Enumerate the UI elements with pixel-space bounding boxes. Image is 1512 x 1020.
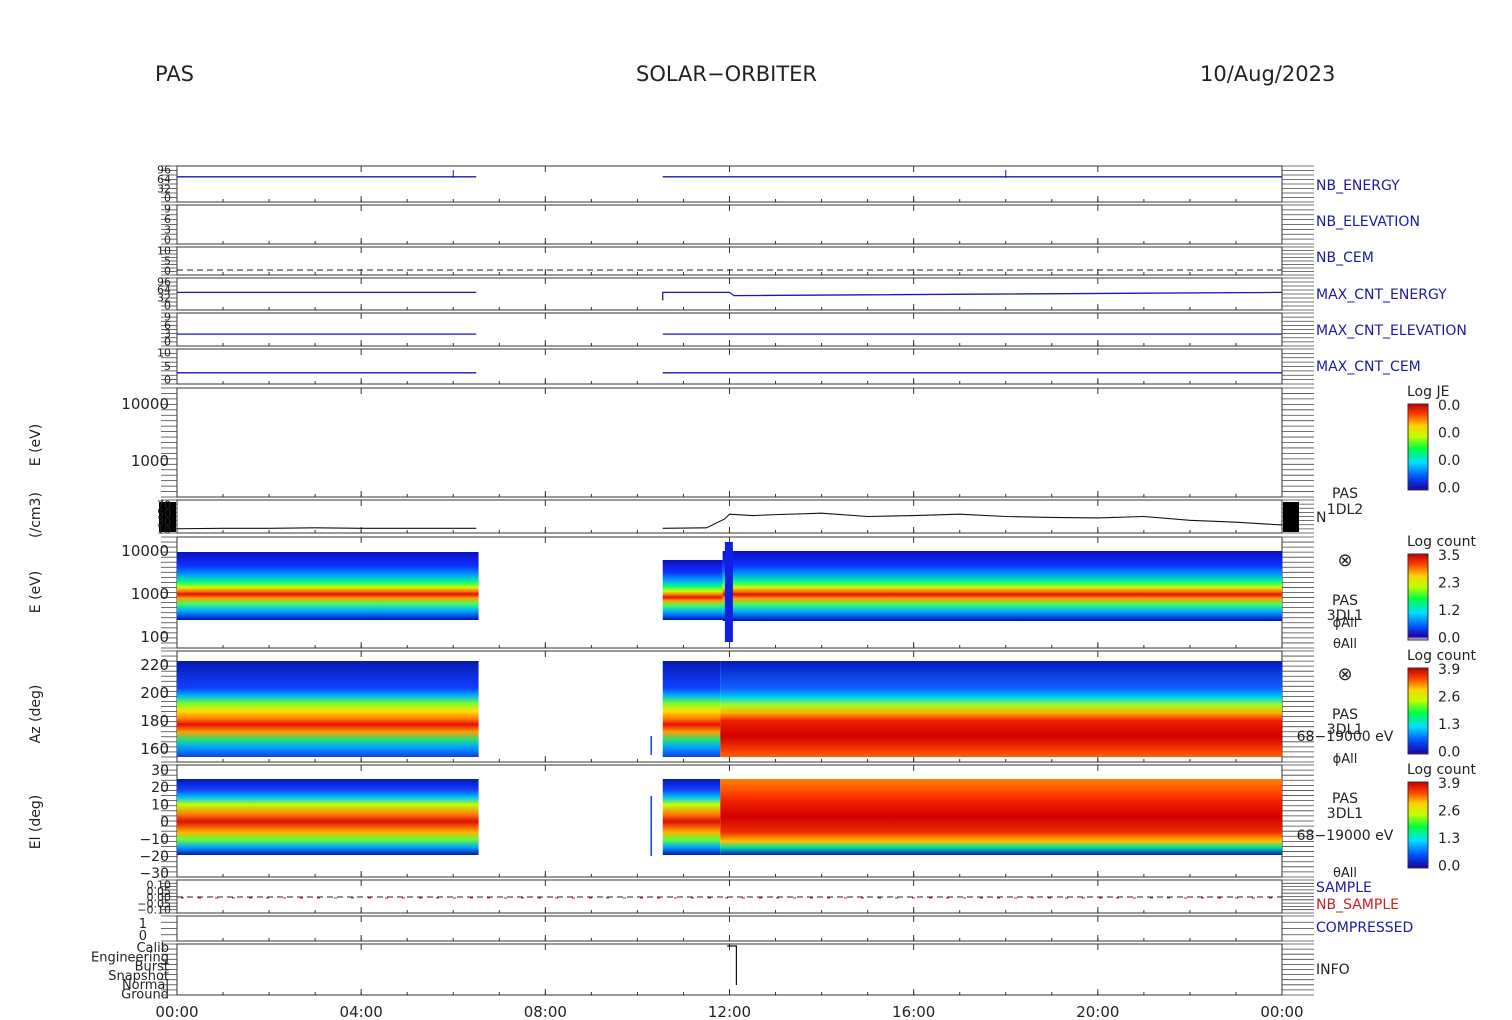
x-tick-label: 04:00: [340, 1003, 383, 1020]
density-ylabel: (/cm3): [28, 492, 44, 538]
energy-colorbar-tick: 1.2: [1438, 603, 1460, 619]
max_cnt_elevation-label: MAX_CNT_ELEVATION: [1316, 323, 1467, 339]
energy-spectrogram-block-b: [662, 560, 723, 620]
elevation-ylabel: El (deg): [28, 795, 44, 850]
azimuth-colorbar: [1407, 667, 1429, 755]
azimuth-colorbar-tick: 0.0: [1438, 745, 1460, 761]
nb_energy-label: NB_ENERGY: [1316, 178, 1400, 194]
x-tick-label: 00:00: [155, 1003, 198, 1020]
x-tick-label: 00:00: [1260, 1003, 1303, 1020]
plot-marks: [159, 170, 1429, 985]
energy-spike: [724, 542, 733, 642]
y-tick-label: 220: [140, 656, 169, 674]
y-tick-label: 0: [164, 374, 171, 387]
azimuth-colorbar-tick: 3.9: [1438, 662, 1460, 678]
y-tick-label: 30: [151, 763, 169, 779]
je-colorbar-tick: 0.0: [1438, 426, 1460, 442]
panel-je-spectrogram: [176, 387, 1283, 498]
sample-label: SAMPLE: [1316, 880, 1372, 896]
azimuth-right-label: PAS: [1332, 707, 1358, 723]
energy-spectrogram-block-a: [177, 552, 479, 620]
info-tick-label: Ground: [121, 988, 169, 1003]
y-tick-label: 10: [157, 524, 171, 537]
density-right-label-2: 1DL2: [1327, 502, 1363, 518]
energy-right-label: PAS: [1332, 593, 1358, 609]
elevation-right-label: θAll: [1333, 866, 1357, 881]
y-tick-label: 5: [164, 360, 171, 373]
x-tick-label: 16:00: [892, 1003, 935, 1020]
max_cnt_energy-label: MAX_CNT_ENERGY: [1316, 287, 1447, 303]
y-tick-label: 160: [140, 740, 169, 758]
energy-right-label: ⊗: [1337, 550, 1352, 571]
energy-ylabel: E (eV): [28, 571, 44, 613]
je-colorbar-tick: 0.0: [1438, 453, 1460, 469]
compressed-label: COMPRESSED: [1316, 920, 1413, 936]
je-colorbar-tick: 0.0: [1438, 398, 1460, 414]
elevation-colorbar-tick: 2.6: [1438, 804, 1460, 820]
panel-info: [176, 943, 1283, 996]
azimuth-colorbar-tick: 1.3: [1438, 717, 1460, 733]
max_cnt_energy-trace: [662, 291, 1283, 301]
y-tick-label: 10: [157, 347, 171, 360]
energy-spectrogram-block-c: [722, 551, 1282, 621]
elevation-colorbar-tick: 3.9: [1438, 776, 1460, 792]
je-colorbar-tick: 0.0: [1438, 481, 1460, 497]
energy-colorbar: [1407, 553, 1429, 641]
density-trace-a: [176, 527, 477, 530]
energy-right-label: ϕAll: [1333, 616, 1358, 631]
azimuth-colorbar-tick: 2.6: [1438, 690, 1460, 706]
azimuth-spectrogram-block-b: [662, 661, 721, 757]
info-trace: [727, 945, 738, 985]
azimuth-spectrogram-block-c: [720, 661, 1282, 757]
y-tick-label: 1000: [131, 585, 169, 603]
elevation-colorbar: [1407, 781, 1429, 869]
y-tick-label: 20: [151, 780, 169, 796]
y-tick-label: 10000: [121, 542, 169, 560]
elevation-right-label: 3DL1: [1327, 806, 1363, 822]
y-tick-label: −20: [139, 849, 169, 865]
x-tick-label: 12:00: [708, 1003, 751, 1020]
y-tick-label: 180: [140, 712, 169, 730]
y-tick-label: −10: [139, 832, 169, 848]
density-right-label-3: N: [1316, 510, 1326, 526]
density-fill-right: [1283, 502, 1299, 532]
density-trace-b: [662, 512, 1283, 529]
nb_elevation-label: NB_ELEVATION: [1316, 214, 1420, 230]
x-tick-label: 20:00: [1076, 1003, 1119, 1020]
max_cnt_cem-label: MAX_CNT_CEM: [1316, 359, 1421, 375]
azimuth-spectrogram-block-a: [177, 661, 479, 757]
y-tick-label: 10: [151, 797, 169, 813]
elevation-right-label: 68−19000 eV: [1297, 828, 1394, 844]
energy-colorbar-tick: 2.3: [1438, 576, 1460, 592]
azimuth-right-label: ⊗: [1337, 664, 1352, 685]
density-right-label-1: PAS: [1332, 486, 1358, 502]
nb_cem-label: NB_CEM: [1316, 250, 1374, 266]
energy-colorbar-tick: 0.0: [1438, 631, 1460, 647]
energy-colorbar-tick: 3.5: [1438, 548, 1460, 564]
azimuth-ylabel: Az (deg): [28, 685, 44, 744]
info-label: INFO: [1316, 962, 1350, 978]
y-tick-label: 10000: [121, 395, 169, 413]
je-ylabel: E (eV): [28, 424, 44, 466]
elevation-spectrogram-block-c: [720, 779, 1282, 855]
elevation-spectrogram-block-b: [662, 779, 721, 855]
azimuth-right-label: ϕAll: [1333, 752, 1358, 767]
nb-sample-label: NB_SAMPLE: [1316, 897, 1399, 913]
x-tick-label: 08:00: [524, 1003, 567, 1020]
elevation-colorbar-tick: 0.0: [1438, 859, 1460, 875]
solar-orbiter-pas-summary-plot: 9664320NB_ENERGY9630NB_ELEVATION1050NB_C…: [28, 164, 1476, 1020]
elevation-colorbar-tick: 1.3: [1438, 831, 1460, 847]
y-tick-label: 1000: [131, 452, 169, 470]
y-tick-label: 100: [140, 628, 169, 646]
elevation-right-label: PAS: [1332, 791, 1358, 807]
y-tick-label: −0.10: [137, 904, 171, 917]
y-tick-label: 0: [160, 815, 169, 831]
je-colorbar: [1407, 403, 1429, 491]
elevation-spectrogram-block-a: [177, 779, 479, 855]
energy-right-label: θAll: [1333, 637, 1357, 652]
y-tick-label: 200: [140, 684, 169, 702]
azimuth-right-label: 68−19000 eV: [1297, 729, 1394, 745]
